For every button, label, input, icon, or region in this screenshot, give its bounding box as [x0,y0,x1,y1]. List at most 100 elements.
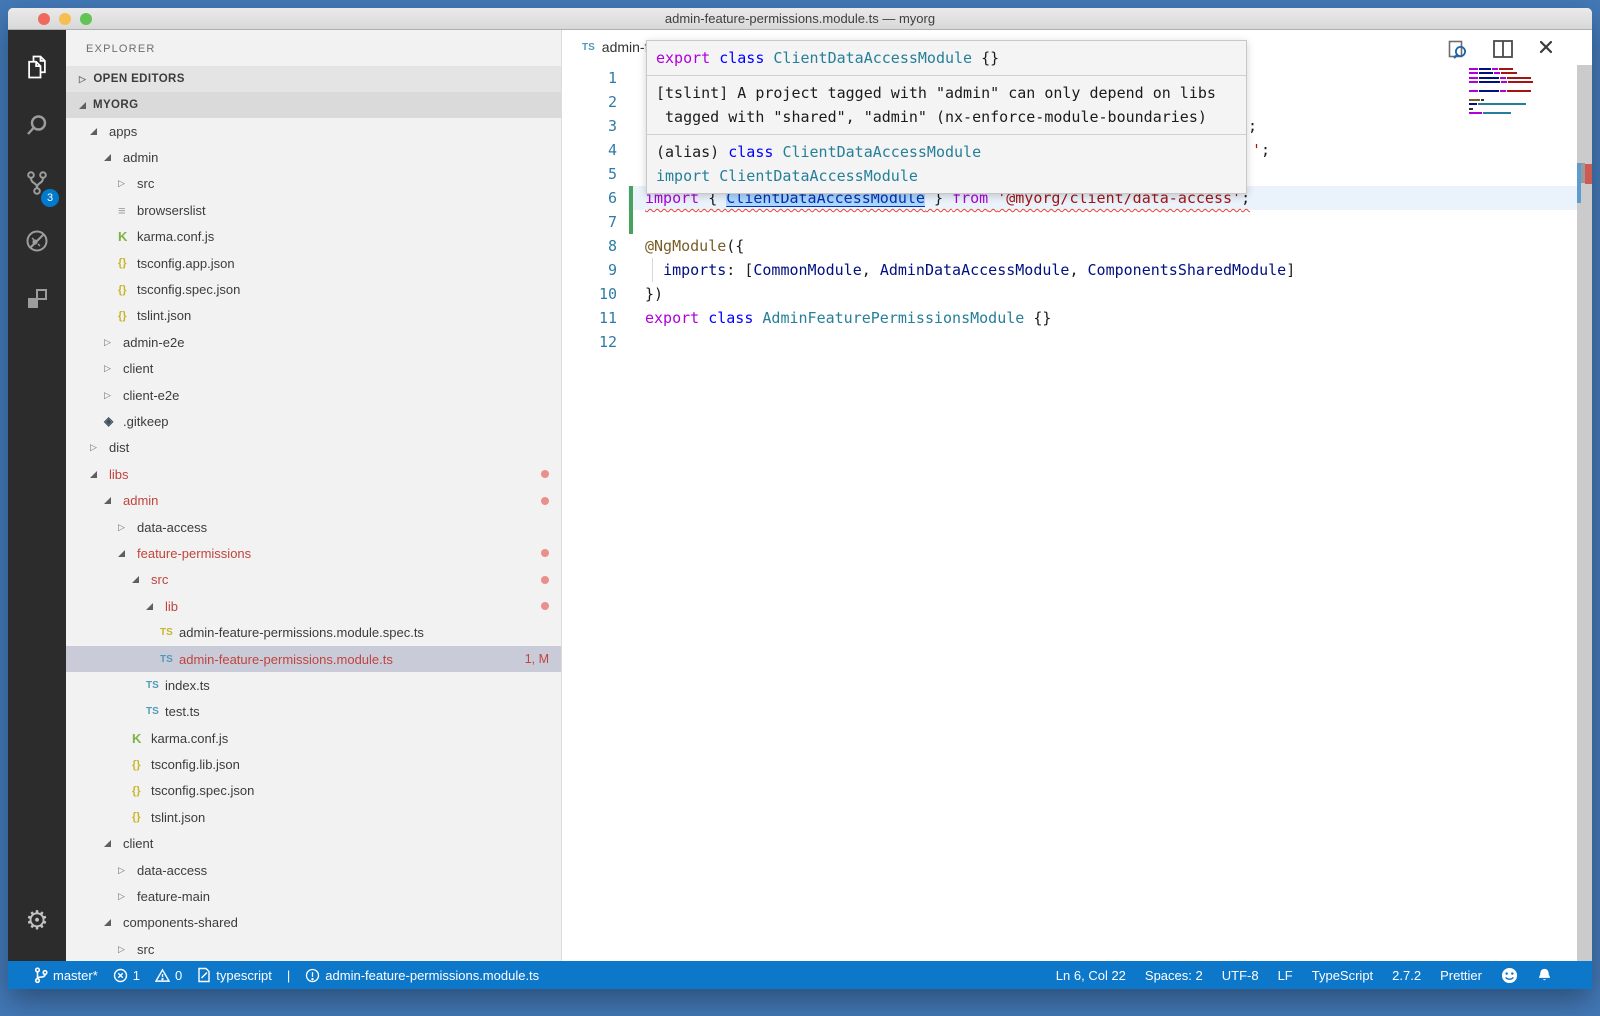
titlebar[interactable]: admin-feature-permissions.module.ts — my… [8,8,1592,30]
gear-icon: ⚙ [25,907,48,934]
git-branch-status[interactable]: master* [34,967,98,984]
activity-settings-button[interactable]: ⚙ [8,891,66,949]
tree-item[interactable]: {}tsconfig.lib.json [66,751,561,777]
linter-status[interactable]: typescript [197,967,272,983]
code-line[interactable]: 7 [562,210,1592,234]
eol-sequence[interactable]: LF [1278,968,1293,983]
notifications[interactable] [1537,967,1552,983]
tree-item[interactable]: admin [66,144,561,170]
activity-extensions-button[interactable] [8,272,66,330]
minimize-button[interactable] [59,13,71,25]
tree-item[interactable]: client [66,831,561,857]
overview-ruler[interactable] [1577,65,1592,961]
line-number: 9 [562,258,617,282]
tree-item[interactable]: TSindex.ts [66,672,561,698]
tree-item[interactable]: apps [66,118,561,144]
hover-tooltip: export class ClientDataAccessModule {} [… [646,40,1247,194]
tree-item[interactable]: Kkarma.conf.js [66,725,561,751]
code-editor[interactable]: 123;4';56import { ClientDataAccessModule… [562,66,1592,961]
traffic-lights [38,13,92,25]
tree-item[interactable]: ▷data-access [66,857,561,883]
tree-item[interactable]: ▷admin-e2e [66,329,561,355]
activity-search-button[interactable] [8,98,66,156]
tree-item[interactable]: ◈.gitkeep [66,408,561,434]
vscode-window: admin-feature-permissions.module.ts — my… [8,8,1592,989]
tree-item[interactable]: ▷data-access [66,514,561,540]
tree-item[interactable]: TStest.ts [66,699,561,725]
code-line[interactable]: 12 [562,330,1592,354]
code-line[interactable]: 9 imports: [CommonModule, AdminDataAcces… [562,258,1592,282]
indentation[interactable]: Spaces: 2 [1145,968,1203,983]
errors-count[interactable]: 1 [113,968,140,983]
tree-item[interactable]: {}tsconfig.spec.json [66,778,561,804]
tree-item[interactable]: Kkarma.conf.js [66,224,561,250]
open-editors-section[interactable]: ▷ OPEN EDITORS [66,66,561,92]
file-problems-status[interactable]: admin-feature-permissions.module.ts [305,968,539,983]
error-icon [113,968,128,983]
code-line[interactable]: 10}) [562,282,1592,306]
tree-item-label: tsconfig.lib.json [151,757,240,772]
problems-badge: 1, M [525,652,549,666]
json-icon: {} [118,284,137,296]
tree-item[interactable]: admin [66,487,561,513]
info-circle-icon [305,968,320,983]
tree-item[interactable]: feature-permissions [66,540,561,566]
feedback[interactable] [1501,967,1518,984]
tree-item[interactable]: ▷dist [66,435,561,461]
encoding[interactable]: UTF-8 [1222,968,1259,983]
git-gutter-marker [629,282,633,306]
minimap[interactable] [1469,68,1541,116]
tree-item[interactable]: libs [66,461,561,487]
activity-source-control-button[interactable]: 3 [8,156,66,214]
git-gutter-marker [629,66,633,90]
tree-item[interactable]: TSadmin-feature-permissions.module.spec.… [66,619,561,645]
warnings-count[interactable]: 0 [155,968,182,983]
tree-item[interactable]: ▷src [66,171,561,197]
tree-item-label: karma.conf.js [151,731,228,746]
tree-item-label: libs [109,467,129,482]
tree-item-label: data-access [137,520,207,535]
line-content: }) [645,282,1592,306]
line-tail-fragment: ; [1248,114,1257,138]
open-changes-button[interactable] [1446,39,1468,66]
zoom-button[interactable] [80,13,92,25]
formatter[interactable]: Prettier [1440,968,1482,983]
tree-item[interactable]: ≡browserslist [66,197,561,223]
cursor-position[interactable]: Ln 6, Col 22 [1056,968,1126,983]
tree-item[interactable]: ▷src [66,936,561,961]
tree-item-label: browserslist [137,203,206,218]
folder-collapsed-icon: ▷ [118,522,137,533]
close-editor-button[interactable] [1538,39,1554,66]
tree-item[interactable]: components-shared [66,910,561,936]
folder-collapsed-icon: ▷ [118,178,137,189]
tree-item-label: admin-feature-permissions.module.spec.ts [179,625,424,640]
code-line[interactable]: 8@NgModule({ [562,234,1592,258]
karma-icon: K [118,229,137,244]
close-button[interactable] [38,13,50,25]
activity-debug-button[interactable] [8,214,66,272]
typescript-version[interactable]: 2.7.2 [1392,968,1421,983]
errors-count-label: 1 [133,968,140,983]
split-editor-button[interactable] [1492,39,1514,66]
line-content: imports: [CommonModule, AdminDataAccessM… [645,258,1592,282]
tree-item[interactable]: ▷client [66,356,561,382]
git-branch-icon [34,967,48,984]
tree-item[interactable]: ▷client-e2e [66,382,561,408]
separator-label: | [287,968,290,983]
tree-item[interactable]: {}tslint.json [66,303,561,329]
tree-item[interactable]: lib [66,593,561,619]
tree-item[interactable]: ▷feature-main [66,883,561,909]
workspace-root-section[interactable]: MYORG [66,92,561,118]
tree-item[interactable]: src [66,567,561,593]
tree-item-label: lib [165,599,178,614]
tree-item-label: data-access [137,863,207,878]
close-icon [1538,42,1554,59]
language-mode[interactable]: TypeScript [1312,968,1373,983]
explorer-title: EXPLORER [66,30,561,66]
activity-explorer-button[interactable] [8,40,66,98]
tree-item[interactable]: TSadmin-feature-permissions.module.ts1, … [66,646,561,672]
tree-item[interactable]: {}tslint.json [66,804,561,830]
tree-item[interactable]: {}tsconfig.spec.json [66,276,561,302]
tree-item[interactable]: {}tsconfig.app.json [66,250,561,276]
code-line[interactable]: 11export class AdminFeaturePermissionsMo… [562,306,1592,330]
